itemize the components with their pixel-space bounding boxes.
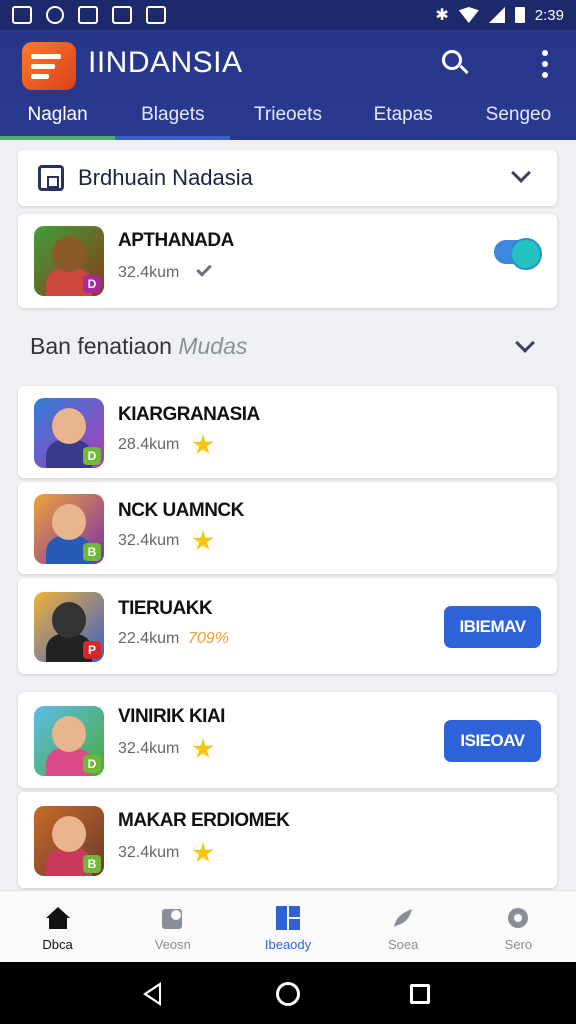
app-bar: IINDANSIA Naglan Blagets Trieoets Etapas… — [0, 30, 576, 140]
app-title: NCK UAMNCK — [118, 500, 244, 521]
app-size: 32.4kum — [118, 532, 180, 549]
app-title: KIARGRANASIA — [118, 404, 260, 425]
install-button[interactable]: IBIEMAV — [444, 606, 541, 648]
tab-naglan[interactable]: Naglan — [0, 96, 116, 140]
install-button[interactable]: ISIEOAV — [444, 720, 541, 762]
app-size: 22.4kum — [118, 630, 180, 647]
system-nav-bar — [0, 962, 576, 1024]
tab-label: Etapas — [373, 104, 433, 125]
download-icon — [146, 6, 166, 24]
more-options-icon[interactable] — [538, 50, 552, 78]
app-title: TIERUAKK — [118, 598, 213, 619]
app-size: 32.4kum — [118, 740, 180, 757]
section-header: Ban fenatiaon Mudas — [30, 333, 247, 360]
sync-icon — [46, 6, 64, 24]
app-row[interactable]: B MAKAR ERDIOMEK 32.4kum — [18, 792, 557, 888]
app-thumbnail: P — [34, 592, 104, 662]
bluetooth-icon: ✱ — [435, 7, 449, 24]
nav-item-ibeaody[interactable]: Ibeaody — [230, 891, 345, 962]
tab-trieoets[interactable]: Trieoets — [230, 96, 345, 140]
mail-icon — [112, 6, 132, 24]
app-title: APTHANADA — [118, 230, 234, 251]
app-thumbnail: D — [34, 226, 104, 296]
tab-label: Sengeo — [485, 104, 552, 125]
tab-etapas[interactable]: Etapas — [346, 96, 461, 140]
thumb-badge: P — [83, 641, 101, 659]
app-row[interactable]: P TIERUAKK 22.4kum 709% IBIEMAV — [18, 578, 557, 674]
app-size: 32.4kum — [118, 264, 180, 281]
nav-label: Soea — [388, 937, 419, 952]
gear-icon — [508, 908, 529, 928]
signal-icon — [488, 7, 505, 23]
star-icon — [192, 842, 214, 863]
tab-blagets[interactable]: Blagets — [115, 96, 231, 140]
wifi-icon — [458, 7, 479, 23]
star-icon — [192, 738, 214, 759]
nav-item-home[interactable]: Dbca — [0, 891, 115, 962]
filter-label: Brdhuain Nadasia — [78, 165, 253, 190]
thumb-badge: D — [83, 755, 101, 773]
star-icon — [192, 434, 214, 455]
back-icon[interactable] — [143, 982, 161, 1006]
section-label: Ban fenatiaon — [30, 333, 172, 359]
bottom-nav: Dbca Veosn Ibeaody Soea Sero — [0, 890, 576, 962]
app-thumbnail: B — [34, 494, 104, 564]
featured-app-row[interactable]: D APTHANADA 32.4kum — [18, 214, 557, 308]
recent-apps-icon[interactable] — [410, 984, 430, 1004]
home-icon — [45, 907, 70, 929]
thumb-badge: B — [83, 543, 101, 561]
app-size: 28.4kum — [118, 436, 180, 453]
app-title: MAKAR ERDIOMEK — [118, 810, 290, 831]
nav-item-veosn[interactable]: Veosn — [115, 891, 230, 962]
category-icon — [38, 165, 64, 191]
bird-icon — [394, 909, 413, 927]
check-icon — [196, 261, 212, 277]
star-icon — [192, 530, 214, 551]
app-thumbnail: B — [34, 806, 104, 876]
battery-icon — [514, 7, 525, 23]
app-thumbnail: D — [34, 398, 104, 468]
tab-label: Blagets — [141, 104, 205, 125]
nav-label: Sero — [504, 937, 533, 952]
filter-dropdown[interactable]: Brdhuain Nadasia — [18, 150, 557, 206]
nav-label: Veosn — [154, 937, 191, 952]
puzzle-icon — [161, 909, 182, 929]
tab-sengeo[interactable]: Sengeo — [461, 96, 576, 140]
app-title: IINDANSIA — [88, 46, 243, 79]
tab-label: Trieoets — [254, 104, 322, 125]
search-icon[interactable] — [442, 50, 469, 76]
app-logo-icon — [22, 42, 76, 90]
chevron-down-icon — [511, 163, 531, 183]
app-row[interactable]: D KIARGRANASIA 28.4kum — [18, 386, 557, 478]
nav-item-soea[interactable]: Soea — [346, 891, 461, 962]
nav-item-sero[interactable]: Sero — [461, 891, 576, 962]
home-button-icon[interactable] — [276, 982, 300, 1006]
image-icon — [78, 6, 98, 24]
main-content: Brdhuain Nadasia D APTHANADA 32.4kum Ban… — [0, 140, 576, 890]
section-chevron-icon[interactable] — [515, 333, 535, 353]
status-bar: ✱ 2:39 — [0, 0, 576, 30]
nav-label: Dbca — [42, 937, 73, 952]
app-thumbnail: D — [34, 706, 104, 776]
grid-icon — [276, 906, 300, 930]
section-label-muted: Mudas — [178, 333, 248, 359]
status-time: 2:39 — [534, 6, 564, 24]
app-row[interactable]: B NCK UAMNCK 32.4kum — [18, 482, 557, 574]
app-size: 32.4kum — [118, 844, 180, 861]
app-row[interactable]: D VINIRIK KIAI 32.4kum ISIEOAV — [18, 692, 557, 788]
app-title: VINIRIK KIAI — [118, 706, 225, 727]
tab-label: Naglan — [27, 104, 88, 125]
featured-toggle[interactable] — [494, 238, 542, 270]
thumb-badge: D — [83, 447, 101, 465]
rating-text: 709% — [188, 630, 229, 647]
tab-bar: Naglan Blagets Trieoets Etapas Sengeo — [0, 96, 576, 140]
thumb-badge: B — [83, 855, 101, 873]
gallery-icon — [12, 6, 32, 24]
nav-label: Ibeaody — [264, 937, 312, 952]
